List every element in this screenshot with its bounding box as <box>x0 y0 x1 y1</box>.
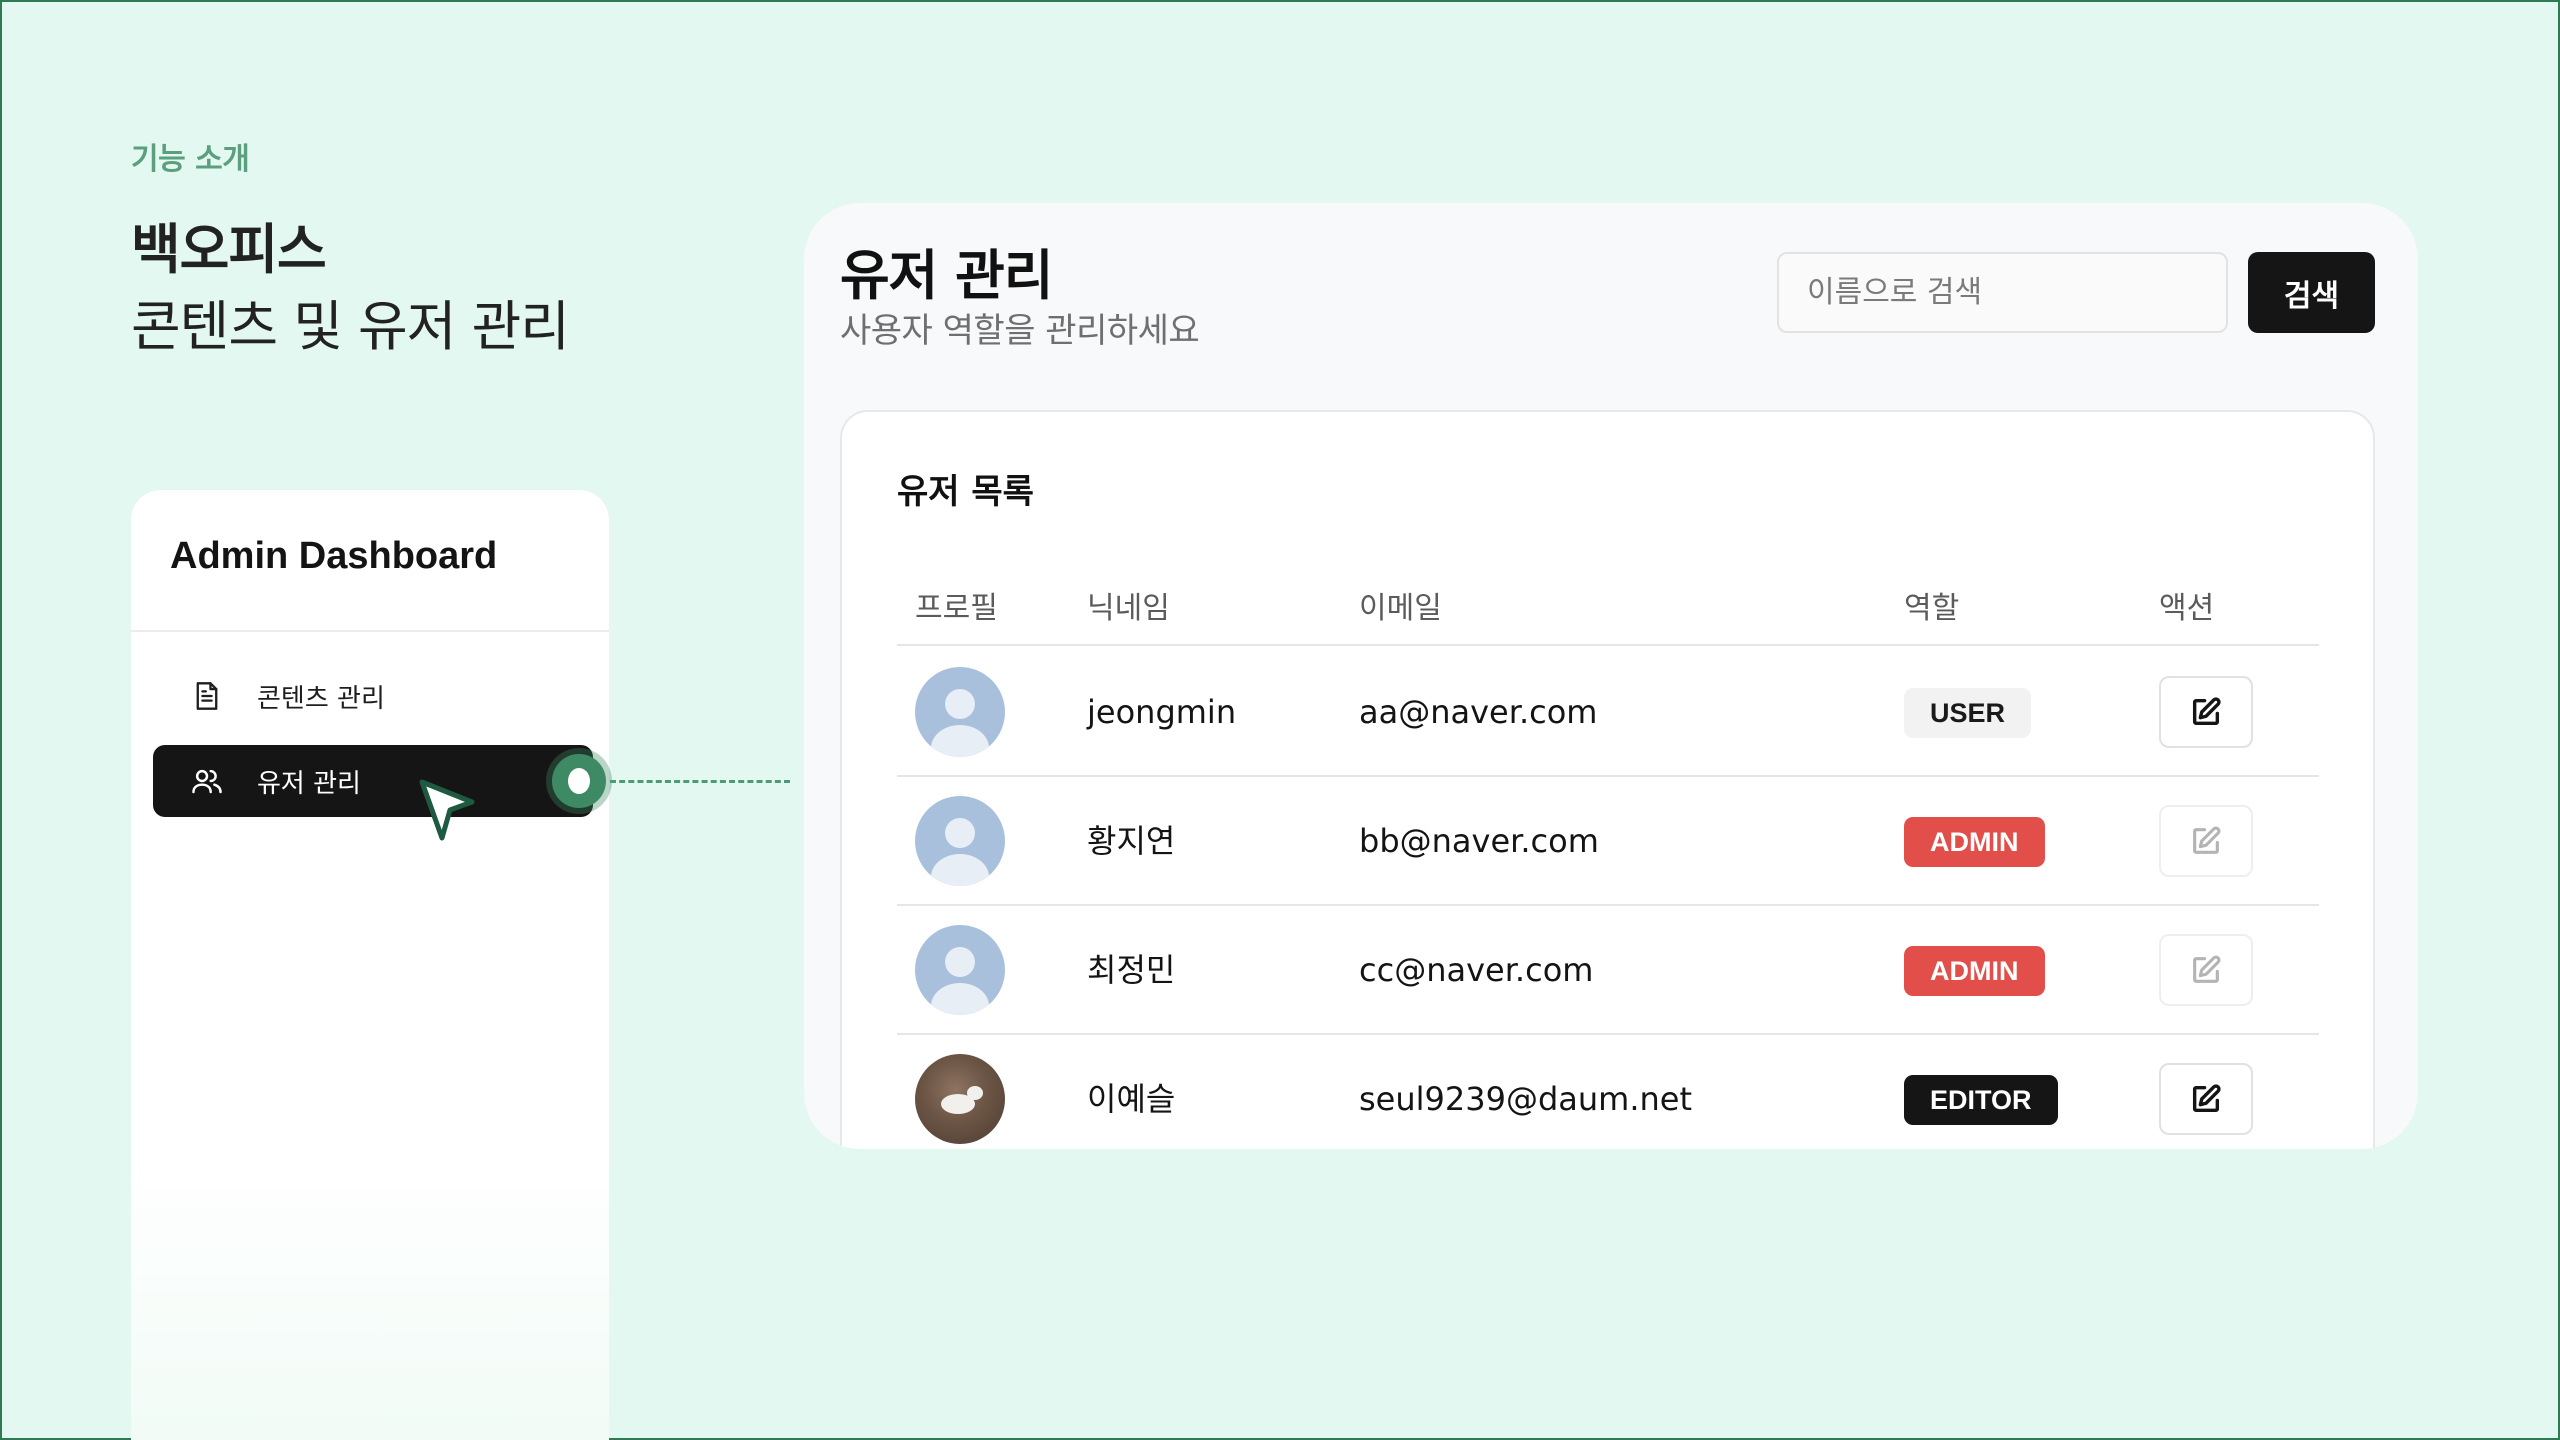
column-header-nickname: 닉네임 <box>1087 591 1170 626</box>
sidebar-item-users[interactable]: 유저 관리 <box>153 745 593 817</box>
section-subheadline: 콘텐츠 및 유저 관리 <box>131 295 570 358</box>
avatar <box>915 667 1005 757</box>
edit-icon <box>2193 955 2221 983</box>
table-row: 이예슬 seul9239@daum.net EDITOR <box>897 1035 2319 1149</box>
column-header-email: 이메일 <box>1359 591 1442 626</box>
user-list-card: 유저 목록 프로필 닉네임 이메일 역할 액션 jeongmin aa@nave… <box>840 410 2375 1149</box>
edit-button[interactable] <box>2159 1063 2253 1135</box>
sidebar-item-label: 콘텐츠 관리 <box>257 683 385 714</box>
page-subtitle: 사용자 역할을 관리하세요 <box>840 311 1200 351</box>
column-header-profile: 프로필 <box>915 591 998 626</box>
avatar <box>915 796 1005 886</box>
role-badge: ADMIN <box>1904 946 2045 996</box>
table-header: 프로필 닉네임 이메일 역할 액션 <box>897 572 2319 646</box>
edit-button[interactable] <box>2159 805 2253 877</box>
connector-dot <box>552 754 606 808</box>
search-button[interactable]: 검색 <box>2248 252 2375 333</box>
edit-button[interactable] <box>2159 934 2253 1006</box>
edit-icon <box>2192 697 2221 726</box>
admin-sidebar: Admin Dashboard 콘텐츠 관리 유저 관리 <box>131 490 609 1440</box>
table-row: jeongmin aa@naver.com USER <box>897 648 2319 777</box>
section-eyebrow: 기능 소개 <box>131 142 250 177</box>
role-badge: EDITOR <box>1904 1075 2058 1125</box>
email-cell: bb@naver.com <box>1359 822 1599 860</box>
table-row: 최정민 cc@naver.com ADMIN <box>897 906 2319 1035</box>
nickname-cell: 이예슬 <box>1087 1080 1176 1118</box>
role-badge: ADMIN <box>1904 817 2045 867</box>
avatar <box>915 1054 1005 1144</box>
page-title: 유저 관리 <box>840 244 1054 307</box>
table-row: 황지연 bb@naver.com ADMIN <box>897 777 2319 906</box>
nickname-cell: 최정민 <box>1087 951 1176 989</box>
email-cell: seul9239@daum.net <box>1359 1080 1693 1118</box>
document-icon <box>191 680 223 712</box>
connector-line <box>610 780 790 783</box>
avatar <box>915 925 1005 1015</box>
column-header-action: 액션 <box>2159 591 2215 626</box>
edit-icon <box>2193 826 2221 854</box>
edit-icon <box>2192 1084 2221 1113</box>
user-management-panel: 유저 관리 사용자 역할을 관리하세요 검색 유저 목록 프로필 닉네임 이메일… <box>804 203 2418 1149</box>
nickname-cell: 황지연 <box>1087 822 1176 860</box>
email-cell: cc@naver.com <box>1359 951 1594 989</box>
users-icon <box>191 765 223 797</box>
sidebar-divider <box>131 630 609 632</box>
sidebar-title: Admin Dashboard <box>170 535 498 577</box>
mouse-cursor-icon <box>419 779 475 841</box>
sidebar-item-label: 유저 관리 <box>257 768 361 799</box>
section-headline: 백오피스 <box>131 218 327 281</box>
search-input[interactable] <box>1777 252 2228 333</box>
sidebar-item-content[interactable]: 콘텐츠 관리 <box>153 660 581 732</box>
card-title: 유저 목록 <box>897 472 1034 512</box>
column-header-role: 역할 <box>1904 591 1960 626</box>
nickname-cell: jeongmin <box>1087 693 1237 731</box>
role-badge: USER <box>1904 688 2032 738</box>
email-cell: aa@naver.com <box>1359 693 1598 731</box>
edit-button[interactable] <box>2159 676 2253 748</box>
